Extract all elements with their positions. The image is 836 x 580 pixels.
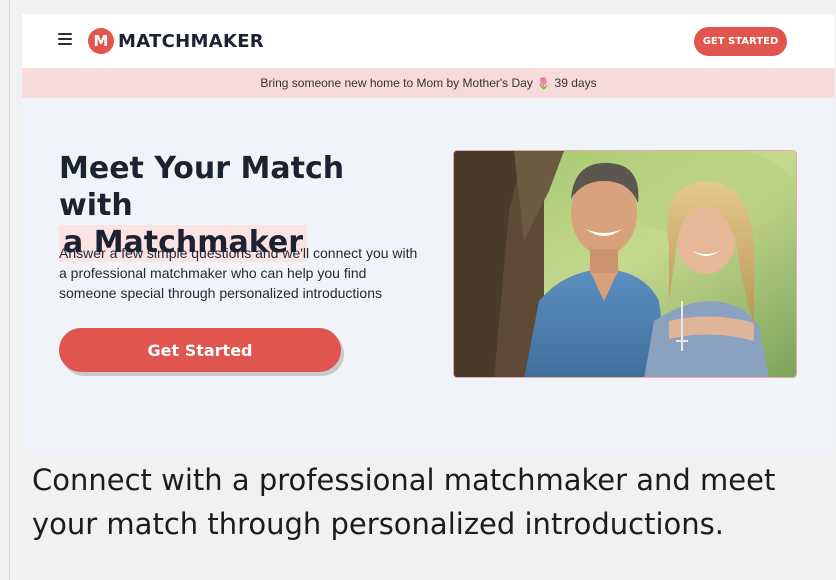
headline-line-1: Meet Your Match with bbox=[59, 151, 345, 223]
get-started-hero-button[interactable]: Get Started bbox=[59, 328, 341, 372]
promo-text: Bring someone new home to Mom by Mother'… bbox=[260, 76, 533, 90]
logo-wordmark: MATCHMAKER bbox=[118, 30, 264, 52]
top-nav-bar: M MATCHMAKER GET STARTED bbox=[22, 14, 835, 68]
page-caption: Connect with a professional matchmaker a… bbox=[32, 463, 776, 541]
page-frame: M MATCHMAKER GET STARTED Bring someone n… bbox=[9, 0, 836, 580]
hero-section: Meet Your Match with a Matchmaker Answer… bbox=[22, 98, 835, 454]
logo-mark-icon: M bbox=[88, 28, 114, 54]
couple-photo-illustration bbox=[454, 151, 796, 377]
tulip-icon: 🌷 bbox=[536, 77, 551, 90]
promo-banner: Bring someone new home to Mom by Mother'… bbox=[22, 68, 835, 98]
hero-subcopy: Answer a few simple questions and we'll … bbox=[59, 245, 418, 301]
promo-countdown: 39 days bbox=[554, 76, 597, 90]
couple-photo-image bbox=[453, 150, 797, 378]
brand-logo[interactable]: M MATCHMAKER bbox=[88, 27, 264, 55]
hamburger-menu-icon[interactable] bbox=[58, 33, 72, 45]
get-started-nav-button[interactable]: GET STARTED bbox=[694, 27, 787, 56]
